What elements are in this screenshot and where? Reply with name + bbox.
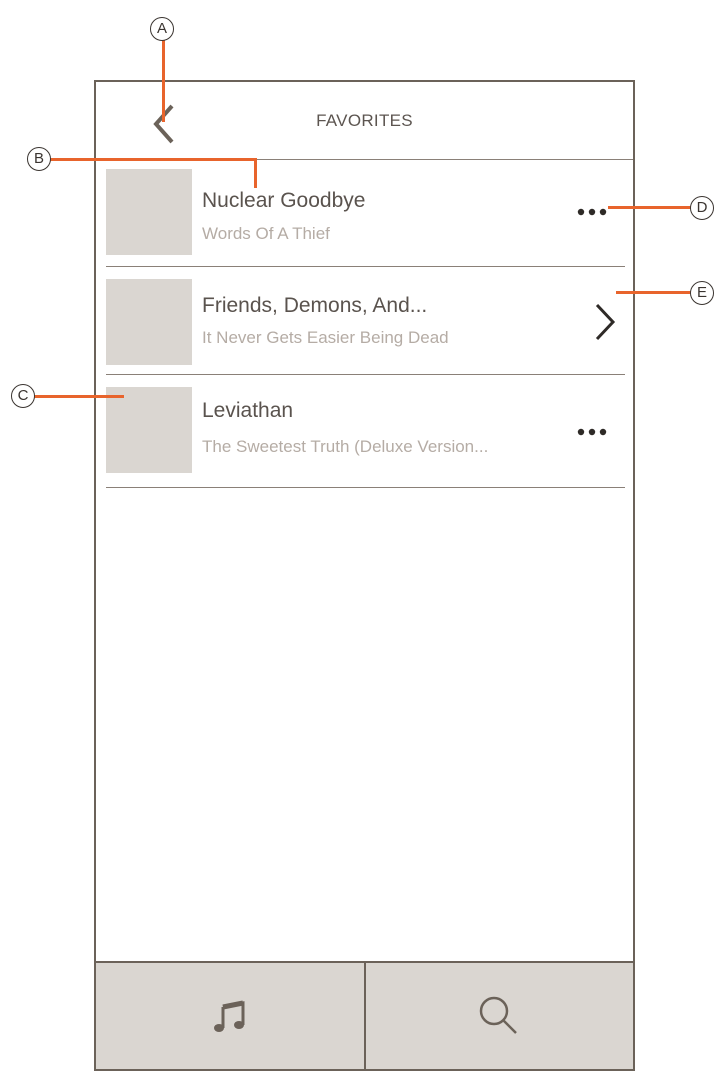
callout-line-a (162, 40, 165, 122)
callout-line-d (608, 206, 702, 209)
album-art (106, 169, 192, 255)
tab-music[interactable] (96, 963, 366, 1069)
more-options-button[interactable] (576, 422, 610, 442)
header-bar: FAVORITES (96, 82, 633, 160)
more-dots-icon (577, 428, 607, 436)
open-button[interactable] (593, 302, 617, 342)
callout-label-e: E (690, 281, 714, 305)
row-divider (106, 374, 625, 375)
row-divider (106, 487, 625, 488)
callout-line-c (34, 395, 124, 398)
row-divider (106, 266, 625, 267)
list-item[interactable]: Leviathan The Sweetest Truth (Deluxe Ver… (106, 387, 625, 497)
tab-search[interactable] (366, 963, 634, 1069)
list-item[interactable]: Friends, Demons, And... It Never Gets Ea… (106, 279, 625, 379)
tab-bar (96, 961, 633, 1069)
more-options-button[interactable] (576, 202, 610, 222)
phone-screen: FAVORITES Nuclear Goodbye Words Of A Thi… (94, 80, 635, 1071)
album-name: It Never Gets Easier Being Dead (202, 328, 449, 347)
album-name: Words Of A Thief (202, 224, 330, 243)
list-item[interactable]: Nuclear Goodbye Words Of A Thief (106, 169, 625, 269)
song-title: Friends, Demons, And... (202, 294, 428, 317)
search-icon (480, 996, 518, 1034)
callout-label-c: C (11, 384, 35, 408)
callout-label-b: B (27, 147, 51, 171)
callout-label-a: A (150, 17, 174, 41)
callout-line-b (50, 158, 256, 161)
album-name: The Sweetest Truth (Deluxe Version... (202, 437, 489, 456)
callout-label-d: D (690, 196, 714, 220)
album-art (106, 387, 192, 473)
page-title: FAVORITES (316, 111, 413, 130)
song-title: Leviathan (202, 399, 294, 422)
chevron-right-icon (595, 303, 616, 341)
callout-line-b-vertical (254, 158, 257, 188)
album-art (106, 279, 192, 365)
more-dots-icon (577, 208, 607, 216)
song-title: Nuclear Goodbye (202, 189, 366, 212)
music-note-icon (213, 1000, 245, 1032)
